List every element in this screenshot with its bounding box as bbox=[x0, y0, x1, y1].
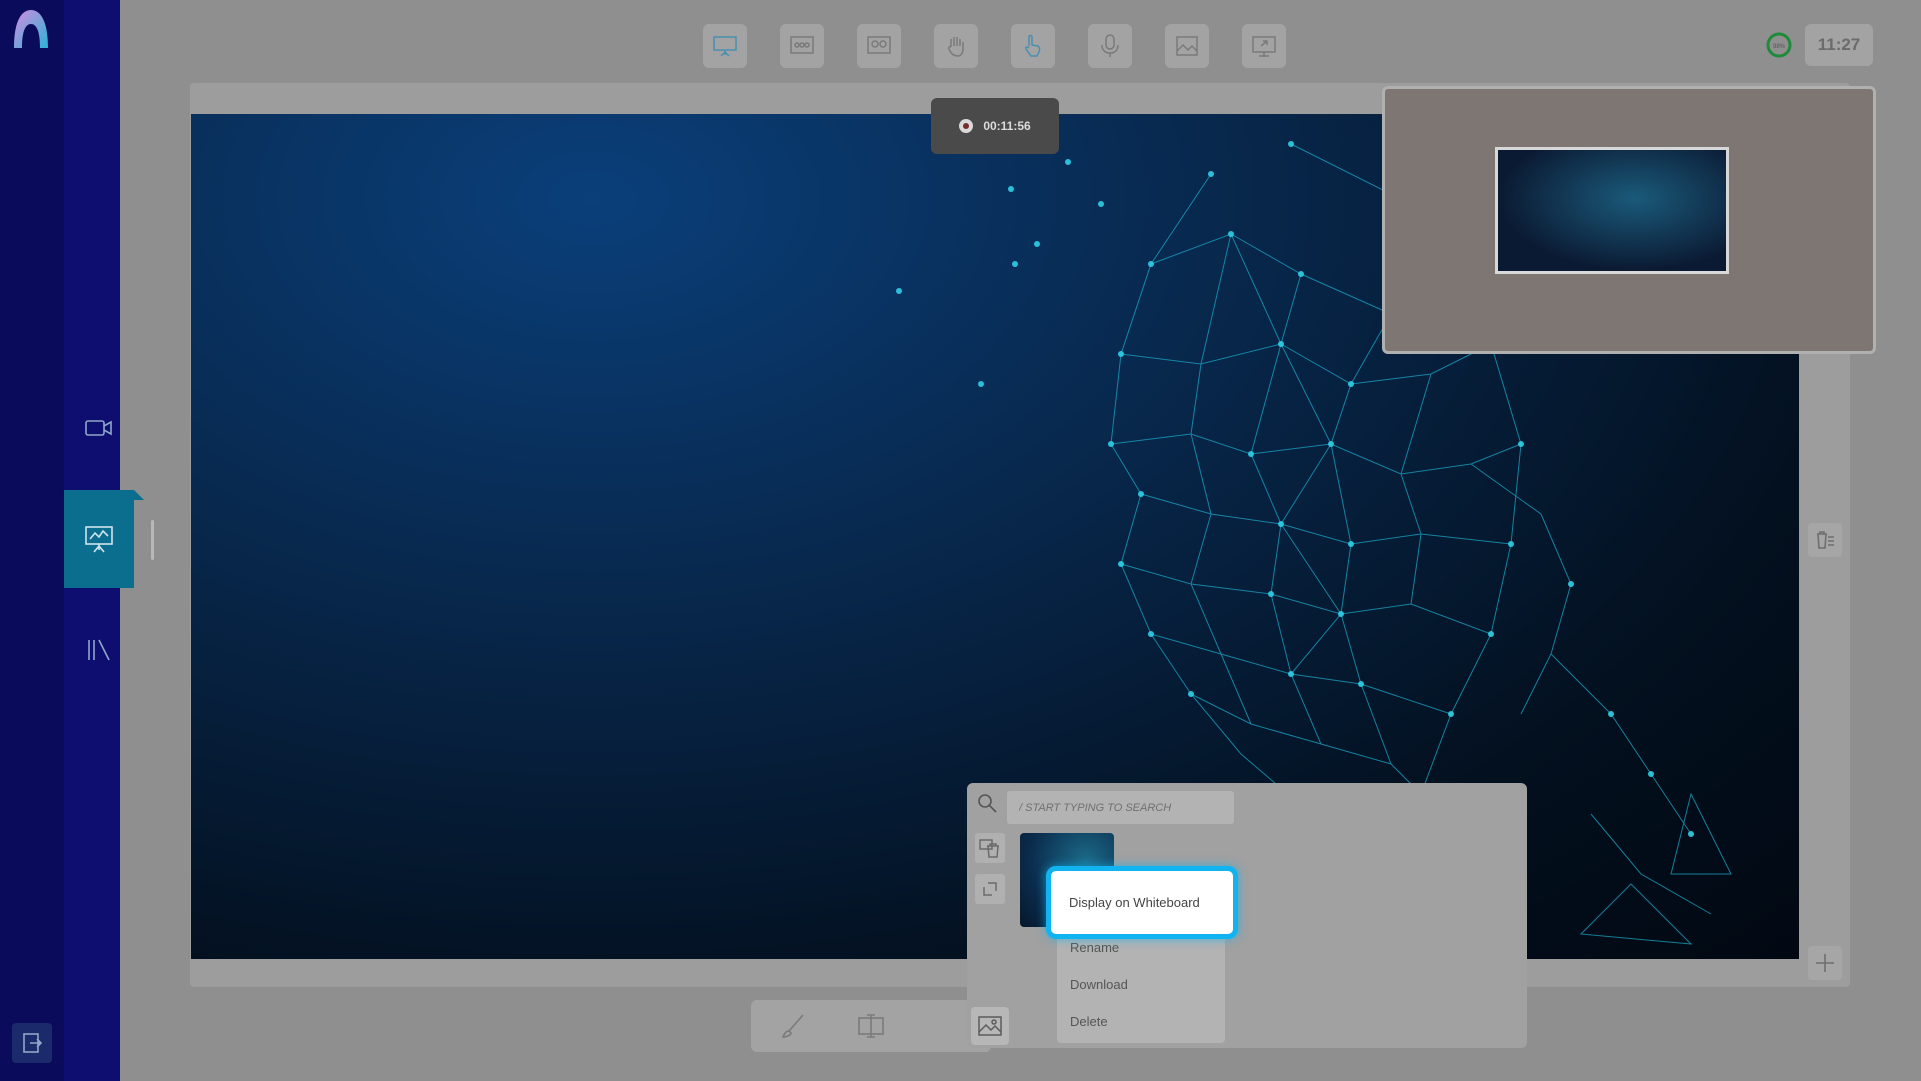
multi-delete-icon bbox=[979, 839, 999, 858]
record-icon bbox=[959, 119, 974, 133]
brush-tool-button[interactable] bbox=[773, 1006, 813, 1046]
library-icon bbox=[88, 639, 110, 661]
tool-breakout-button[interactable] bbox=[857, 24, 901, 68]
expand-icon bbox=[983, 882, 997, 896]
menu-item-display-on-whiteboard[interactable]: Display on Whiteboard bbox=[1046, 866, 1238, 939]
timer-label: 98% bbox=[1773, 44, 1786, 50]
top-toolbar bbox=[0, 24, 1921, 68]
hand-icon bbox=[948, 37, 964, 57]
brush-icon bbox=[781, 1014, 804, 1038]
text-tool-button[interactable] bbox=[851, 1006, 891, 1046]
bottom-toolbar bbox=[751, 1000, 991, 1052]
breakout-group-icon bbox=[867, 36, 891, 54]
left-rail bbox=[0, 0, 64, 1081]
panel-resize-handle[interactable] bbox=[151, 520, 154, 560]
media-search-input[interactable] bbox=[1007, 791, 1234, 824]
sidebar-item-video[interactable] bbox=[64, 393, 134, 463]
tool-media-button[interactable] bbox=[1165, 24, 1209, 68]
sidebar-item-whiteboard[interactable] bbox=[64, 490, 144, 588]
clear-board-button[interactable] bbox=[1808, 523, 1842, 557]
menu-item-rename[interactable]: Rename bbox=[1070, 940, 1119, 955]
recording-indicator: 00:11:56 bbox=[931, 98, 1059, 154]
exit-icon bbox=[23, 1033, 43, 1053]
menu-item-delete[interactable]: Delete bbox=[1070, 1014, 1108, 1029]
presentation-board-icon bbox=[85, 526, 113, 553]
plus-icon bbox=[1816, 954, 1834, 972]
menu-item-download[interactable]: Download bbox=[1070, 977, 1128, 992]
group-icon bbox=[790, 36, 814, 54]
exit-button[interactable] bbox=[12, 1023, 52, 1063]
clock: 11:27 bbox=[1805, 24, 1873, 66]
text-column-icon bbox=[858, 1014, 884, 1038]
pointer-hand-icon bbox=[1025, 34, 1041, 57]
session-timer-icon: 98% bbox=[1766, 32, 1792, 58]
video-camera-icon bbox=[85, 420, 112, 436]
image-icon bbox=[978, 1016, 1002, 1036]
image-frame-icon bbox=[1176, 36, 1198, 56]
tool-raise-hand-button[interactable] bbox=[934, 24, 978, 68]
camera-preview[interactable] bbox=[1382, 86, 1876, 354]
share-screen-icon bbox=[1252, 36, 1276, 57]
delete-media-button[interactable] bbox=[975, 833, 1005, 863]
search-icon bbox=[978, 794, 997, 813]
expand-panel-button[interactable] bbox=[975, 874, 1005, 904]
tool-class-button[interactable] bbox=[780, 24, 824, 68]
sidebar-item-library[interactable] bbox=[64, 615, 134, 685]
add-page-button[interactable] bbox=[1808, 946, 1842, 980]
presentation-board-icon bbox=[713, 36, 737, 57]
microphone-icon bbox=[1101, 34, 1119, 57]
tool-share-screen-button[interactable] bbox=[1242, 24, 1286, 68]
tool-microphone-button[interactable] bbox=[1088, 24, 1132, 68]
media-library-button[interactable] bbox=[971, 1007, 1009, 1045]
tool-presentation-button[interactable] bbox=[703, 24, 747, 68]
tool-pointer-button[interactable] bbox=[1011, 24, 1055, 68]
preview-screen-image bbox=[1495, 147, 1729, 274]
recording-time: 00:11:56 bbox=[983, 119, 1031, 133]
trash-list-icon bbox=[1817, 531, 1834, 549]
